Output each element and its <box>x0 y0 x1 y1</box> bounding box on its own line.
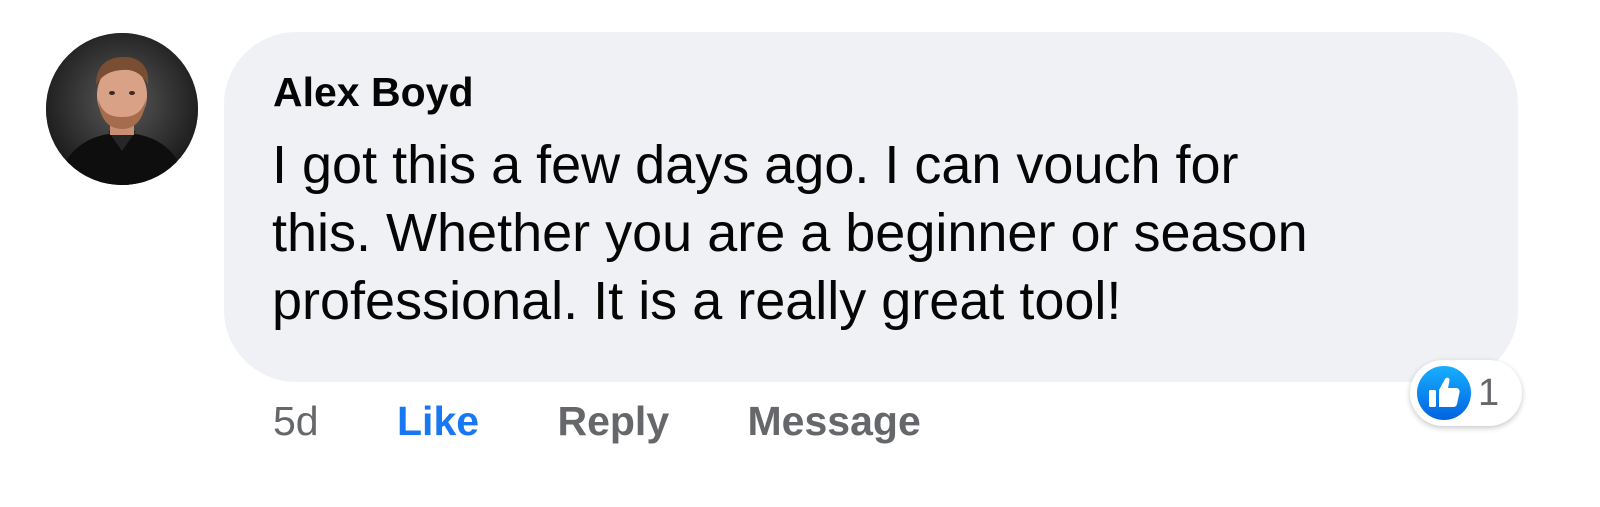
reaction-count: 1 <box>1478 372 1500 414</box>
comment-text: I got this a few days ago. I can vouch f… <box>272 131 1482 335</box>
reply-button[interactable]: Reply <box>557 396 669 446</box>
comment-text-line: I got this a few days ago. I can vouch f… <box>272 135 1239 195</box>
avatar[interactable] <box>46 33 198 185</box>
reaction-summary[interactable]: 1 <box>1410 360 1522 426</box>
comment-timestamp[interactable]: 5d <box>273 396 319 446</box>
thumbs-up-icon <box>1417 366 1471 420</box>
comment-author-name[interactable]: Alex Boyd <box>273 72 474 113</box>
comment-text-line: professional. It is a really great tool! <box>272 271 1122 331</box>
comment-actions: 5d Like Reply Message <box>273 396 921 446</box>
comment-text-line: this. Whether you are a beginner or seas… <box>272 203 1308 263</box>
like-button[interactable]: Like <box>397 396 479 446</box>
avatar-photo <box>46 33 198 185</box>
message-button[interactable]: Message <box>748 396 921 446</box>
